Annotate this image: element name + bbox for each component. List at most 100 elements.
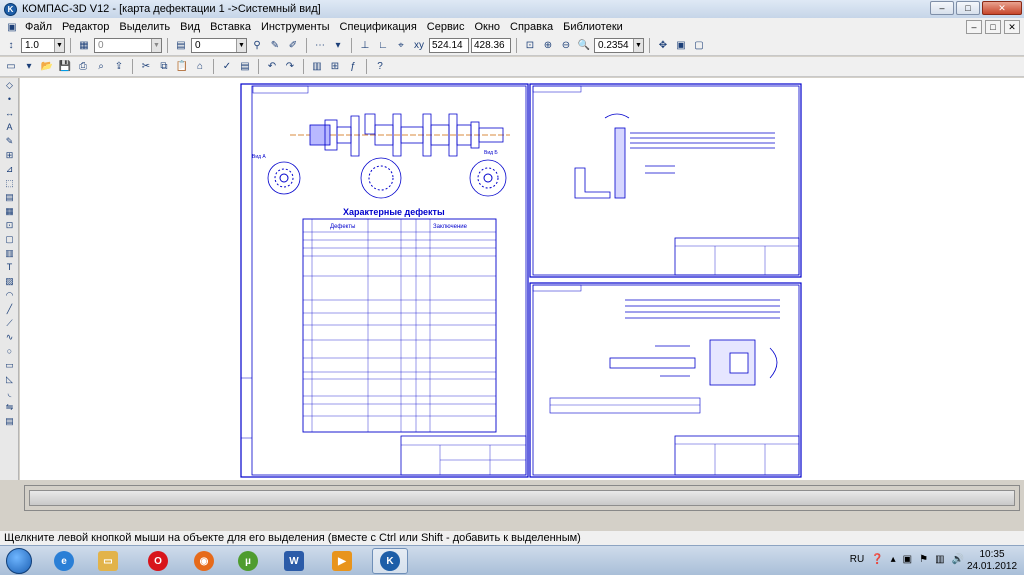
taskbar-firefox[interactable]: ◉ bbox=[186, 548, 222, 574]
undo-icon[interactable]: ↶ bbox=[264, 59, 280, 75]
taskbar-explorer[interactable]: ▭ bbox=[90, 548, 126, 574]
polyline-icon[interactable]: ⟋ bbox=[2, 317, 17, 330]
pan-icon[interactable]: ✥ bbox=[655, 38, 671, 54]
arc-icon[interactable]: ◠ bbox=[2, 289, 17, 302]
network-icon[interactable]: ▥ bbox=[935, 554, 944, 565]
doc-minimize-button[interactable]: – bbox=[966, 20, 982, 34]
point-icon[interactable]: • bbox=[2, 93, 17, 106]
menu-insert[interactable]: Вставка bbox=[205, 18, 256, 36]
library-manager-icon[interactable]: ▥ bbox=[309, 59, 325, 75]
measure-icon[interactable]: ⊿ bbox=[2, 163, 17, 176]
parametrization-icon[interactable]: ⊞ bbox=[2, 149, 17, 162]
horizontal-scrollbar[interactable] bbox=[24, 485, 1020, 511]
menu-specification[interactable]: Спецификация bbox=[335, 18, 422, 36]
edit-icon[interactable]: ✎ bbox=[2, 135, 17, 148]
circle-icon[interactable]: ○ bbox=[2, 345, 17, 358]
line-scale-icon[interactable]: ↕ bbox=[3, 38, 19, 54]
curve-icon[interactable]: ∿ bbox=[2, 331, 17, 344]
print-preview-icon[interactable]: ⌕ bbox=[93, 59, 109, 75]
zoom-window-icon[interactable]: ⊡ bbox=[522, 38, 538, 54]
menu-service[interactable]: Сервис bbox=[422, 18, 470, 36]
menu-file[interactable]: Файл bbox=[20, 18, 57, 36]
taskbar-word[interactable]: W bbox=[276, 548, 312, 574]
taskbar-kompas[interactable]: K bbox=[372, 548, 408, 574]
hatch-icon[interactable]: ▨ bbox=[2, 275, 17, 288]
language-indicator[interactable]: RU bbox=[850, 554, 864, 565]
chevron-up-icon[interactable]: ▴ bbox=[891, 554, 896, 565]
style-icon[interactable]: ▤ bbox=[173, 38, 189, 54]
volume-icon[interactable]: 🔊 bbox=[952, 554, 964, 565]
chevron-down-icon[interactable]: ▾ bbox=[330, 38, 346, 54]
taskbar-opera[interactable]: O bbox=[140, 548, 176, 574]
pen-icon[interactable]: ✐ bbox=[285, 38, 301, 54]
taskbar-media[interactable]: ▶ bbox=[324, 548, 360, 574]
paste-icon[interactable]: 📋 bbox=[174, 59, 190, 75]
start-button[interactable] bbox=[6, 548, 32, 574]
layer-icon[interactable]: ▦ bbox=[76, 38, 92, 54]
drawing-canvas[interactable]: Вид А Вид Б Характерные дефекты Дефекты … bbox=[20, 78, 1024, 480]
symbols-icon[interactable]: A bbox=[2, 121, 17, 134]
cut-icon[interactable]: ✂ bbox=[138, 59, 154, 75]
line-icon[interactable]: ╱ bbox=[2, 303, 17, 316]
dimensions-icon[interactable]: ↔ bbox=[2, 107, 17, 120]
open-folder-icon[interactable]: 📂 bbox=[39, 59, 55, 75]
select-icon[interactable]: ⬚ bbox=[2, 177, 17, 190]
help-icon[interactable]: ❓ bbox=[871, 554, 883, 565]
menu-view[interactable]: Вид bbox=[175, 18, 205, 36]
coord-x-field[interactable]: 524.14 bbox=[429, 38, 469, 53]
zoom-out-icon[interactable]: ⊖ bbox=[558, 38, 574, 54]
flag-icon[interactable]: ⚑ bbox=[919, 554, 928, 565]
spec-icon[interactable]: ▤ bbox=[2, 191, 17, 204]
style-combo[interactable]: 0 ▼ bbox=[191, 38, 247, 53]
chevron-down-icon[interactable]: ▾ bbox=[21, 59, 37, 75]
zoom-scale-icon[interactable]: 🔍 bbox=[576, 38, 592, 54]
properties-icon[interactable]: ✓ bbox=[219, 59, 235, 75]
taskbar-utorrent[interactable]: µ bbox=[230, 548, 266, 574]
rectangle-icon[interactable]: ▭ bbox=[2, 359, 17, 372]
zoom-in-icon[interactable]: ⊕ bbox=[540, 38, 556, 54]
manager-icon[interactable]: ▤ bbox=[237, 59, 253, 75]
menu-libraries[interactable]: Библиотеки bbox=[558, 18, 628, 36]
geometry-icon[interactable]: ◇ bbox=[2, 79, 17, 92]
magnet-icon[interactable]: ⚲ bbox=[249, 38, 265, 54]
menu-select[interactable]: Выделить bbox=[114, 18, 175, 36]
menu-window[interactable]: Окно bbox=[469, 18, 505, 36]
maximize-button[interactable]: □ bbox=[956, 1, 980, 15]
grid-icon[interactable]: ⋯ bbox=[312, 38, 328, 54]
fragment-icon[interactable]: ▢ bbox=[2, 233, 17, 246]
mirror-icon[interactable]: ⇋ bbox=[2, 401, 17, 414]
show-all-icon[interactable]: ▢ bbox=[691, 38, 707, 54]
ortho-icon[interactable]: ⊥ bbox=[357, 38, 373, 54]
zoom-combo[interactable]: 0.2354 ▼ bbox=[594, 38, 644, 53]
report-icon[interactable]: ▦ bbox=[2, 205, 17, 218]
doc-maximize-button[interactable]: □ bbox=[985, 20, 1001, 34]
antivirus-icon[interactable]: ▣ bbox=[903, 554, 912, 565]
save-icon[interactable]: 💾 bbox=[57, 59, 73, 75]
export-icon[interactable]: ⇪ bbox=[111, 59, 127, 75]
help-pointer-icon[interactable]: ? bbox=[372, 59, 388, 75]
insert-icon[interactable]: ⊡ bbox=[2, 219, 17, 232]
cursor-coords-icon[interactable]: ⌖ bbox=[393, 38, 409, 54]
kompas-app-icon[interactable]: K bbox=[4, 2, 17, 16]
new-document-icon[interactable]: ▭ bbox=[3, 59, 19, 75]
doc-close-button[interactable]: ✕ bbox=[1004, 20, 1020, 34]
local-cs-icon[interactable]: ∟ bbox=[375, 38, 391, 54]
fillet-icon[interactable]: ◟ bbox=[2, 387, 17, 400]
document-icon[interactable]: ▣ bbox=[4, 19, 20, 35]
function-icon[interactable]: ƒ bbox=[345, 59, 361, 75]
variables-icon[interactable]: ⊞ bbox=[327, 59, 343, 75]
taskbar-ie[interactable]: e bbox=[46, 548, 82, 574]
layers-icon[interactable]: ▤ bbox=[2, 415, 17, 428]
close-button[interactable]: ✕ bbox=[982, 1, 1022, 15]
snap-icon[interactable]: ✎ bbox=[267, 38, 283, 54]
text-icon[interactable]: T bbox=[2, 261, 17, 274]
refresh-view-icon[interactable]: ▣ bbox=[673, 38, 689, 54]
line-scale-combo[interactable]: 1.0 ▼ bbox=[21, 38, 65, 53]
format-paint-icon[interactable]: ⌂ bbox=[192, 59, 208, 75]
copy-icon[interactable]: ⧉ bbox=[156, 59, 172, 75]
layer-combo[interactable]: 0 ▼ bbox=[94, 38, 162, 53]
redo-icon[interactable]: ↷ bbox=[282, 59, 298, 75]
minimize-button[interactable]: – bbox=[930, 1, 954, 15]
clock[interactable]: 10:35 24.01.2012 bbox=[966, 549, 1018, 573]
scrollbar-thumb[interactable] bbox=[29, 490, 1015, 506]
